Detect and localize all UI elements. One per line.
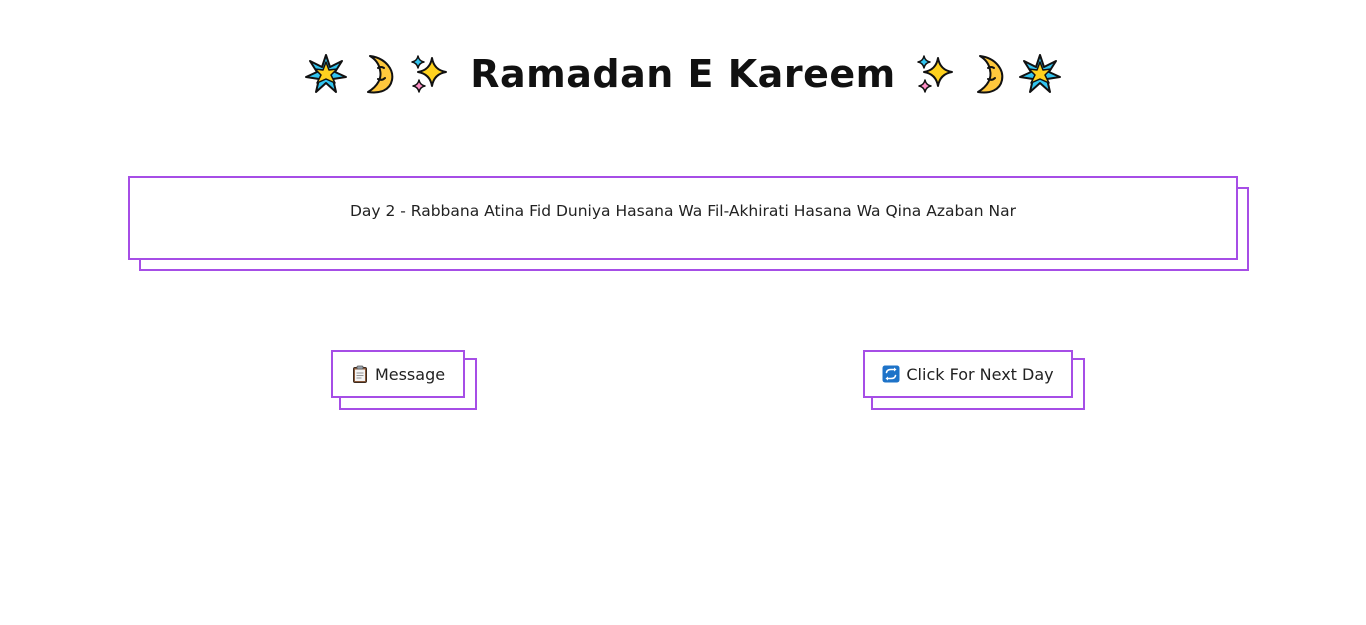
next-day-button-label: Click For Next Day <box>906 364 1054 384</box>
page-title: Ramadan E Kareem <box>470 52 896 96</box>
clipboard-icon <box>351 365 369 383</box>
message-button-label: Message <box>374 364 446 384</box>
message-card: Day 2 - Rabbana Atina Fid Duniya Hasana … <box>128 176 1249 271</box>
message-card-body: Day 2 - Rabbana Atina Fid Duniya Hasana … <box>128 176 1238 260</box>
glowing-star-icon <box>1018 52 1062 96</box>
next-day-button-wrap: Click For Next Day <box>863 350 1085 410</box>
page: Ramadan E Kareem Day 2 - Rabbana Atina F… <box>0 0 1366 625</box>
glowing-star-icon <box>304 52 348 96</box>
crescent-moon-face-icon <box>966 52 1010 96</box>
refresh-icon <box>882 365 900 383</box>
sparkles-icon <box>914 52 958 96</box>
message-text: Day 2 - Rabbana Atina Fid Duniya Hasana … <box>349 202 1017 220</box>
message-button[interactable]: Message <box>331 350 465 398</box>
sparkles-icon <box>408 52 452 96</box>
next-day-button[interactable]: Click For Next Day <box>863 350 1073 398</box>
message-button-wrap: Message <box>331 350 477 410</box>
crescent-moon-face-icon <box>356 52 400 96</box>
header: Ramadan E Kareem <box>0 44 1366 104</box>
